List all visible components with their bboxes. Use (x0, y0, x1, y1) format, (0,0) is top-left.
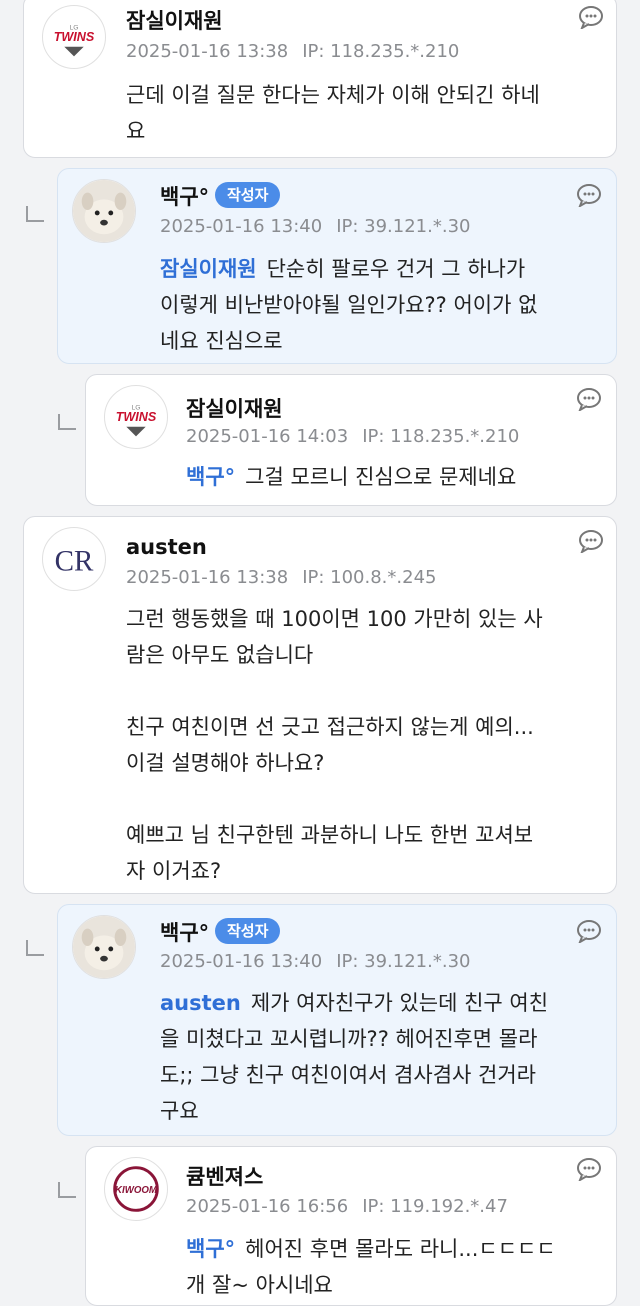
comment-text: 그걸 모르니 진심으로 문제네요 (245, 465, 517, 489)
reply-card: 백구° 작성자 2025-01-16 13:40 IP: 39.121.*.30 … (57, 904, 617, 1136)
reply-card: LG TWINS 잠실이재원 2025-01-16 14:03 IP: 118.2… (85, 374, 617, 506)
avatar-dog-photo[interactable] (72, 915, 136, 979)
avatar-dog-photo[interactable] (72, 179, 136, 243)
twins-logo-icon: LG TWINS (43, 6, 105, 68)
svg-text:KIWOOM: KIWOOM (115, 1185, 158, 1196)
reply-icon[interactable] (576, 183, 602, 207)
comment-date: 2025-01-16 13:40 (160, 951, 323, 972)
comment-meta: 2025-01-16 13:40 IP: 39.121.*.30 (160, 951, 470, 972)
comment-author[interactable]: 잠실이재원 (126, 5, 223, 35)
comment-ip: IP: 118.235.*.210 (302, 41, 460, 62)
reply-icon[interactable] (576, 919, 602, 943)
svg-text:TWINS: TWINS (116, 410, 157, 424)
comment-meta: 2025-01-16 13:38 IP: 100.8.*.245 (126, 567, 436, 588)
comment-date: 2025-01-16 16:56 (186, 1196, 349, 1217)
comment-body: 잠실이재원 단순히 팔로우 건거 그 하나가 이렇게 비난받아야될 일인가요?? … (160, 251, 610, 359)
comment-date: 2025-01-16 13:38 (126, 567, 289, 588)
reply-icon[interactable] (576, 387, 602, 411)
avatar-kiwoom-logo[interactable]: KIWOOM (104, 1157, 168, 1221)
mention-link[interactable]: austen (160, 991, 241, 1015)
comment-meta: 2025-01-16 13:40 IP: 39.121.*.30 (160, 216, 470, 237)
comment-meta: 2025-01-16 13:38 IP: 118.235.*.210 (126, 41, 459, 62)
mention-link[interactable]: 잠실이재원 (160, 257, 257, 281)
comment-author[interactable]: 큠벤져스 (186, 1161, 263, 1191)
comment-author[interactable]: 백구° (160, 181, 209, 211)
comment-author[interactable]: 백구° (160, 917, 209, 947)
avatar-twins-logo[interactable]: LG TWINS (42, 5, 106, 69)
comment-body: 그런 행동했을 때 100이면 100 가만히 있는 사 람은 아무도 없습니다… (126, 607, 543, 883)
reply-icon[interactable] (576, 1157, 602, 1181)
svg-text:CR: CR (55, 546, 94, 578)
comment-author[interactable]: austen (126, 535, 207, 559)
comment-author[interactable]: 잠실이재원 (186, 393, 283, 423)
comment-card: CR austen 2025-01-16 13:38 IP: 100.8.*.24… (23, 516, 617, 894)
reply-indicator-icon (26, 206, 44, 222)
avatar-twins-logo[interactable]: LG TWINS (104, 385, 168, 449)
comment-ip: IP: 119.192.*.47 (362, 1196, 508, 1217)
reply-indicator-icon (26, 940, 44, 956)
comment-ip: IP: 39.121.*.30 (336, 951, 471, 972)
comment-body: 백구° 그걸 모르니 진심으로 문제네요 (186, 459, 606, 495)
reply-icon[interactable] (578, 5, 604, 29)
comment-ip: IP: 39.121.*.30 (336, 216, 471, 237)
kiwoom-logo-icon: KIWOOM (105, 1158, 167, 1220)
comment-meta: 2025-01-16 14:03 IP: 118.235.*.210 (186, 426, 519, 447)
reply-card: 백구° 작성자 2025-01-16 13:40 IP: 39.121.*.30 … (57, 168, 617, 364)
author-badge: 작성자 (215, 182, 281, 208)
comment-date: 2025-01-16 13:40 (160, 216, 323, 237)
rockies-logo-icon: CR (43, 528, 105, 590)
reply-indicator-icon (58, 1182, 76, 1198)
comment-body: 백구° 헤어진 후면 몰라도 라니...ㄷㄷㄷㄷ 개 잘~ 아시네요 (186, 1231, 606, 1303)
reply-card: KIWOOM 큠벤져스 2025-01-16 16:56 IP: 119.192.… (85, 1146, 617, 1306)
mention-link[interactable]: 백구° (186, 465, 235, 489)
comment-date: 2025-01-16 14:03 (186, 426, 349, 447)
comment-meta: 2025-01-16 16:56 IP: 119.192.*.47 (186, 1196, 508, 1217)
comment-date: 2025-01-16 13:38 (126, 41, 289, 62)
comment-ip: IP: 118.235.*.210 (362, 426, 520, 447)
avatar-rockies-logo[interactable]: CR (42, 527, 106, 591)
reply-icon[interactable] (578, 529, 604, 553)
comment-body: 근데 이걸 질문 한다는 자체가 이해 안되긴 하네 요 (126, 83, 540, 143)
mention-link[interactable]: 백구° (186, 1237, 235, 1261)
reply-indicator-icon (58, 414, 76, 430)
comment-card: LG TWINS 잠실이재원 2025-01-16 13:38 IP: 118.2… (23, 0, 617, 158)
comment-text: 헤어진 후면 몰라도 라니...ㄷㄷㄷㄷ 개 잘~ 아시네요 (186, 1237, 556, 1297)
twins-logo-icon: LG TWINS (105, 386, 167, 448)
dog-photo-icon (73, 916, 135, 978)
comment-ip: IP: 100.8.*.245 (302, 567, 437, 588)
dog-photo-icon (73, 180, 135, 242)
comment-body: austen 제가 여자친구가 있는데 친구 여친 을 미쳤다고 꼬시렵니까?? … (160, 985, 610, 1129)
author-badge: 작성자 (215, 918, 281, 944)
svg-text:TWINS: TWINS (54, 30, 95, 44)
